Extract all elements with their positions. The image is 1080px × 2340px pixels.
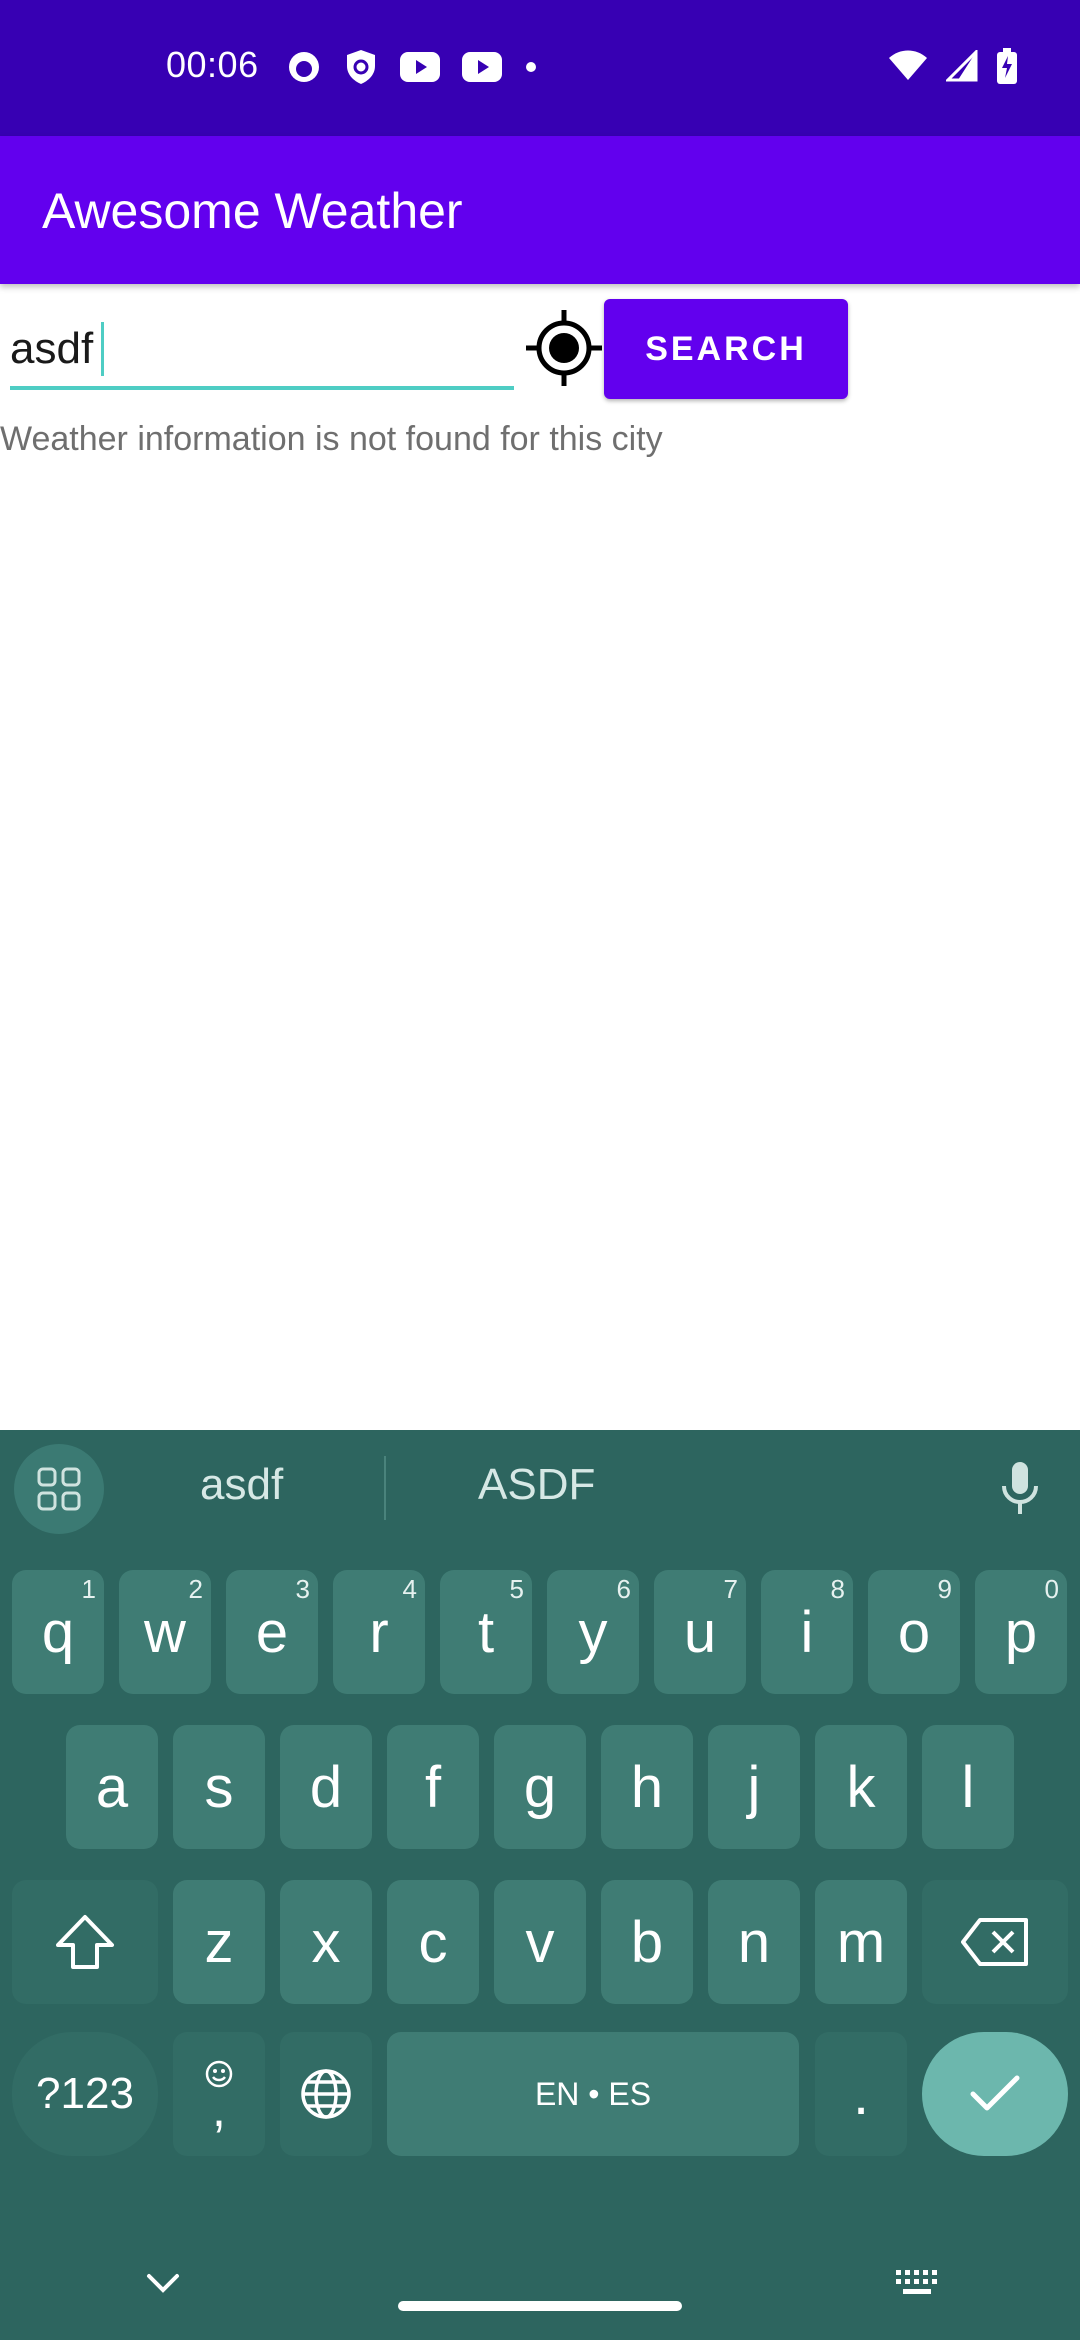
voice-input-button[interactable] (996, 1460, 1044, 1521)
backspace-icon (961, 1918, 1028, 1966)
app-bar: Awesome Weather (0, 136, 1080, 284)
search-button[interactable]: SEARCH (604, 299, 848, 399)
checkmark-icon (970, 2075, 1020, 2111)
key-hint: 3 (295, 1574, 310, 1604)
key-l[interactable]: l (922, 1725, 1014, 1849)
text-cursor (101, 322, 104, 376)
key-r[interactable]: r4 (333, 1570, 425, 1694)
home-gesture-bar[interactable] (398, 2301, 682, 2311)
key-u[interactable]: u7 (654, 1570, 746, 1694)
key-d[interactable]: d (280, 1725, 372, 1849)
key-j[interactable]: j (708, 1725, 800, 1849)
app-title: Awesome Weather (42, 183, 463, 239)
key-hint: 2 (188, 1574, 203, 1604)
key-i[interactable]: i8 (761, 1570, 853, 1694)
key-t[interactable]: t5 (440, 1570, 532, 1694)
key-label: p (1004, 1599, 1038, 1665)
key-z[interactable]: z (173, 1880, 265, 2004)
key-f[interactable]: f (387, 1725, 479, 1849)
keyboard-switch-icon[interactable] (894, 2268, 940, 2298)
key-n[interactable]: n (708, 1880, 800, 2004)
more-notifications-dot-icon (526, 62, 536, 72)
key-hint: 7 (723, 1574, 738, 1604)
key-g[interactable]: g (494, 1725, 586, 1849)
period-key[interactable]: . (815, 2032, 907, 2156)
suggestion-item[interactable]: ASDF (478, 1460, 595, 1510)
key-q[interactable]: q1 (12, 1570, 104, 1694)
key-hint: 4 (402, 1574, 417, 1604)
youtube-icon (462, 52, 502, 82)
grid-icon (37, 1467, 81, 1511)
key-label: q (41, 1599, 75, 1665)
key-hint: 0 (1044, 1574, 1059, 1604)
globe-icon (301, 2069, 351, 2119)
key-o[interactable]: o9 (868, 1570, 960, 1694)
key-b[interactable]: b (601, 1880, 693, 2004)
notification-icons (286, 48, 538, 86)
status-time: 00:06 (166, 44, 259, 85)
language-key[interactable] (280, 2032, 372, 2156)
wifi-icon (889, 50, 927, 80)
key-v[interactable]: v (494, 1880, 586, 2004)
key-a[interactable]: a (66, 1725, 158, 1849)
key-label: w (144, 1599, 186, 1665)
hide-keyboard-chevron-icon[interactable] (146, 2272, 180, 2294)
key-hint: 9 (937, 1574, 952, 1604)
space-key[interactable]: EN • ES (387, 2032, 799, 2156)
backspace-key[interactable] (922, 1880, 1068, 2004)
shield-icon (347, 50, 375, 84)
key-label: y (578, 1599, 608, 1665)
shift-icon (56, 1915, 114, 1969)
current-location-button[interactable] (524, 308, 604, 388)
key-x[interactable]: x (280, 1880, 372, 2004)
key-h[interactable]: h (601, 1725, 693, 1849)
key-label: o (897, 1599, 931, 1665)
keyboard-apps-button[interactable] (14, 1444, 104, 1534)
key-s[interactable]: s (173, 1725, 265, 1849)
key-m[interactable]: m (815, 1880, 907, 2004)
comma-label: , (212, 2081, 226, 2137)
key-hint: 8 (830, 1574, 845, 1604)
key-e[interactable]: e3 (226, 1570, 318, 1694)
key-k[interactable]: k (815, 1725, 907, 1849)
soft-keyboard: asdf ASDF q1 w2 e3 r4 t5 y6 u7 i8 o9 p0 … (0, 1430, 1080, 2340)
key-label: i (800, 1599, 814, 1665)
key-c[interactable]: c (387, 1880, 479, 2004)
key-hint: 5 (509, 1574, 524, 1604)
not-found-message: Weather information is not found for thi… (0, 420, 663, 458)
key-hint: 6 (616, 1574, 631, 1604)
suggestion-divider (384, 1456, 386, 1520)
city-search-input[interactable] (10, 312, 514, 390)
key-label: e (255, 1599, 289, 1665)
symbols-key[interactable]: ?123 (12, 2032, 158, 2156)
key-y[interactable]: y6 (547, 1570, 639, 1694)
suggestion-bar: asdf ASDF (0, 1430, 1080, 1546)
key-p[interactable]: p0 (975, 1570, 1067, 1694)
status-bar: 00:06 (0, 0, 1080, 136)
cell-signal-icon (946, 50, 978, 82)
gps-location-icon (526, 310, 602, 386)
key-label: u (683, 1599, 717, 1665)
navigation-bar (0, 2230, 1080, 2340)
key-label: r (369, 1599, 389, 1665)
battery-charging-icon (997, 48, 1017, 84)
key-hint: 1 (81, 1574, 96, 1604)
suggestion-item[interactable]: asdf (200, 1460, 283, 1510)
youtube-icon (400, 52, 440, 82)
enter-key[interactable] (922, 2032, 1068, 2156)
app-notification-icon (289, 52, 319, 82)
emoji-comma-key[interactable]: , (173, 2032, 265, 2156)
shift-key[interactable] (12, 1880, 158, 2004)
system-icons (888, 48, 1018, 84)
key-label: t (477, 1599, 495, 1665)
key-w[interactable]: w2 (119, 1570, 211, 1694)
microphone-icon (1002, 1462, 1038, 1514)
